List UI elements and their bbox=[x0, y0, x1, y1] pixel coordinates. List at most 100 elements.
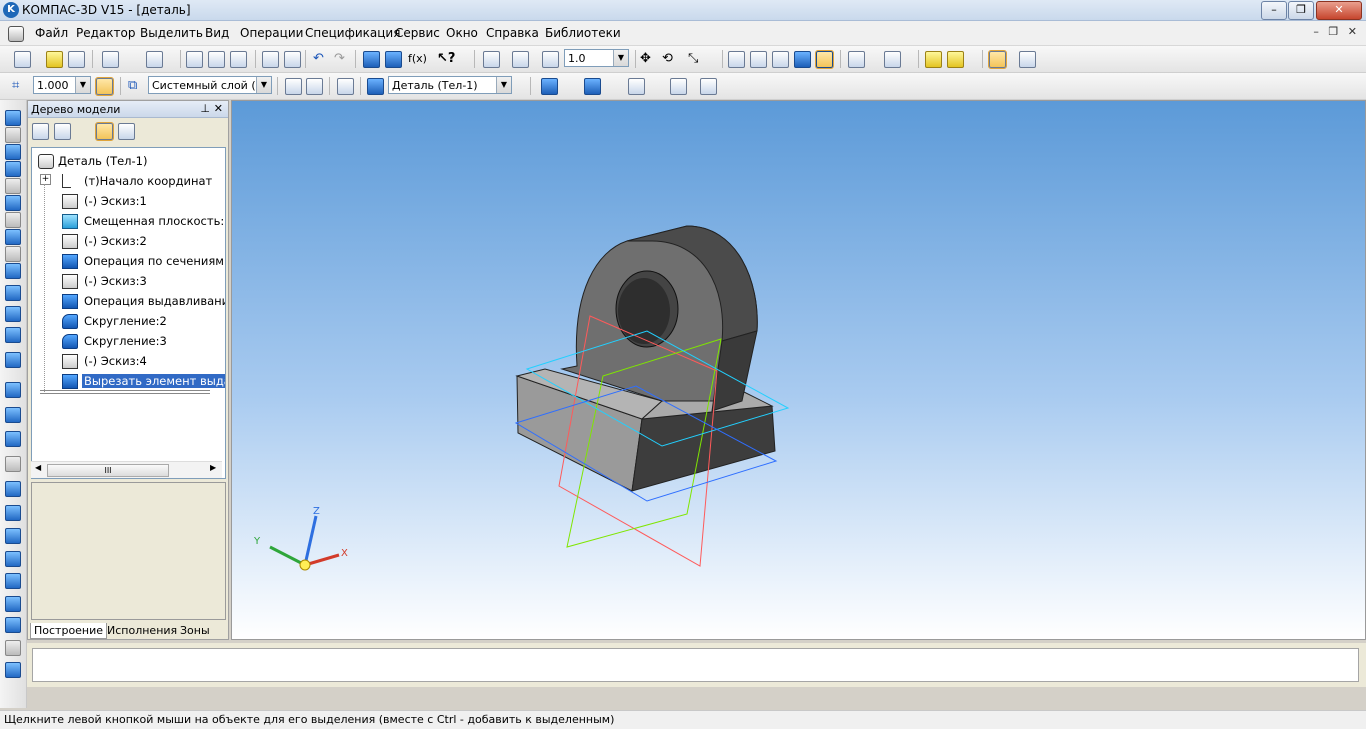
sketch-mode-icon[interactable] bbox=[337, 78, 354, 95]
model-icon[interactable] bbox=[947, 51, 964, 68]
orientation-icon[interactable]: ⤡ bbox=[688, 51, 698, 66]
dimensions-icon[interactable] bbox=[5, 246, 21, 262]
paste-icon[interactable] bbox=[230, 51, 247, 68]
measure-toolbar-icon[interactable] bbox=[5, 229, 21, 245]
new-file-icon[interactable] bbox=[14, 51, 31, 68]
format-painter-icon[interactable] bbox=[262, 51, 279, 68]
surfaces-icon[interactable] bbox=[5, 144, 21, 160]
sheet-metal-icon[interactable] bbox=[5, 263, 21, 279]
part-edit-icon[interactable] bbox=[5, 110, 21, 126]
chamfer-tool-icon[interactable] bbox=[5, 505, 21, 521]
menu-operations[interactable]: Операции bbox=[240, 26, 303, 40]
tree-expand-icon[interactable] bbox=[54, 123, 71, 140]
step-icon[interactable]: ⌗ bbox=[12, 78, 19, 93]
tree-horizontal-scrollbar[interactable]: ◀ III ▶ bbox=[31, 461, 222, 478]
close-button[interactable]: ✕ bbox=[1316, 1, 1362, 20]
chevron-down-icon[interactable]: ▼ bbox=[75, 77, 90, 93]
arrays-icon[interactable] bbox=[5, 161, 21, 177]
shaded-edges-icon[interactable] bbox=[815, 50, 834, 69]
copy-icon[interactable] bbox=[208, 51, 225, 68]
menu-view[interactable]: Вид bbox=[205, 26, 229, 40]
mdi-window-controls[interactable]: – ❐ ✕ bbox=[1313, 25, 1360, 38]
section-icon[interactable] bbox=[884, 51, 901, 68]
shaded-icon[interactable] bbox=[794, 51, 811, 68]
menu-file[interactable]: Файл bbox=[35, 26, 68, 40]
pin-icon[interactable]: ⊥ bbox=[200, 102, 210, 115]
cut-icon[interactable] bbox=[186, 51, 203, 68]
mirror-tool-icon[interactable] bbox=[5, 640, 21, 656]
variables-icon[interactable] bbox=[385, 51, 402, 68]
layer-icon[interactable]: ⧉ bbox=[128, 78, 137, 93]
orientation-cs-icon[interactable] bbox=[306, 78, 323, 95]
tools-icon[interactable] bbox=[1019, 51, 1036, 68]
library-manager-icon[interactable] bbox=[988, 50, 1007, 69]
document-icon[interactable] bbox=[8, 26, 24, 42]
menu-help[interactable]: Справка bbox=[486, 26, 539, 40]
rotate-tool-icon[interactable] bbox=[5, 306, 21, 322]
chevron-down-icon[interactable]: ▼ bbox=[256, 77, 271, 93]
command-input-box[interactable] bbox=[32, 648, 1359, 682]
sketch-toolbar-icon[interactable] bbox=[5, 212, 21, 228]
scroll-left-icon[interactable]: ◀ bbox=[35, 463, 41, 472]
auxiliary-geometry-icon[interactable] bbox=[5, 178, 21, 194]
function-icon[interactable]: f(x) bbox=[408, 51, 427, 66]
cut-extrude-tool-icon[interactable] bbox=[5, 382, 21, 398]
hidden-lines-icon[interactable] bbox=[750, 51, 767, 68]
material-icon[interactable] bbox=[584, 78, 601, 95]
kinematic-icon[interactable] bbox=[5, 327, 21, 343]
zoom-scale-icon[interactable] bbox=[542, 51, 559, 68]
measure-icon[interactable] bbox=[628, 78, 645, 95]
split-tool-icon[interactable] bbox=[5, 617, 21, 633]
tree-history-icon[interactable] bbox=[95, 122, 114, 141]
menu-libraries[interactable]: Библиотеки bbox=[545, 26, 621, 40]
zoom-combo[interactable]: 1.0 ▼ bbox=[564, 49, 629, 67]
maximize-button[interactable]: ❐ bbox=[1288, 1, 1314, 20]
array-tool-icon[interactable] bbox=[5, 662, 21, 678]
expand-icon[interactable]: + bbox=[40, 174, 51, 185]
print-icon[interactable] bbox=[102, 51, 119, 68]
scroll-thumb[interactable]: III bbox=[47, 464, 169, 477]
tree-structure-icon[interactable] bbox=[32, 123, 49, 140]
cube-icon[interactable] bbox=[925, 51, 942, 68]
zoom-all-icon[interactable] bbox=[512, 51, 529, 68]
layer-combo[interactable]: Системный слой (0) ▼ bbox=[148, 76, 272, 94]
shell-tool-icon[interactable] bbox=[5, 573, 21, 589]
menu-window[interactable]: Окно bbox=[446, 26, 478, 40]
undo-icon[interactable]: ↶ bbox=[313, 51, 324, 66]
scroll-right-icon[interactable]: ▶ bbox=[210, 463, 216, 472]
body-icon[interactable] bbox=[367, 78, 384, 95]
local-cs-icon[interactable] bbox=[285, 78, 302, 95]
redo-icon[interactable]: ↷ bbox=[334, 51, 345, 66]
hole-tool-icon[interactable] bbox=[5, 528, 21, 544]
model-scene[interactable]: Z Y X bbox=[232, 101, 1365, 639]
cut-loft-icon[interactable] bbox=[5, 456, 21, 472]
thin-lines-icon[interactable] bbox=[772, 51, 789, 68]
menu-select[interactable]: Выделить bbox=[140, 26, 203, 40]
cut-kinematic-icon[interactable] bbox=[5, 431, 21, 447]
color-icon[interactable] bbox=[541, 78, 558, 95]
3d-viewport[interactable]: Z Y X bbox=[231, 100, 1366, 640]
step-combo[interactable]: 1.000 ▼ bbox=[33, 76, 91, 94]
filter-icon[interactable] bbox=[848, 51, 865, 68]
text-size-icon[interactable] bbox=[700, 78, 717, 95]
mass-properties-icon[interactable] bbox=[670, 78, 687, 95]
menu-service[interactable]: Сервис bbox=[395, 26, 440, 40]
tab-configurations[interactable]: Исполнения bbox=[104, 623, 180, 638]
zoom-window-icon[interactable] bbox=[483, 51, 500, 68]
extrude-tool-icon[interactable] bbox=[5, 285, 21, 301]
rotate-icon[interactable]: ⟲ bbox=[662, 51, 673, 66]
body-combo[interactable]: Деталь (Тел-1) ▼ bbox=[388, 76, 512, 94]
filter-toolbar-icon[interactable] bbox=[5, 195, 21, 211]
wireframe-icon[interactable] bbox=[728, 51, 745, 68]
pan-icon[interactable]: ✥ bbox=[640, 51, 651, 66]
open-file-icon[interactable] bbox=[46, 51, 63, 68]
properties-icon[interactable] bbox=[284, 51, 301, 68]
tab-zones[interactable]: Зоны bbox=[177, 623, 213, 638]
menu-edit[interactable]: Редактор bbox=[76, 26, 135, 40]
tree-list-icon[interactable] bbox=[118, 123, 135, 140]
menu-specification[interactable]: Спецификация bbox=[305, 26, 400, 40]
snap-icon[interactable] bbox=[95, 77, 114, 96]
chevron-down-icon[interactable]: ▼ bbox=[496, 77, 511, 93]
save-icon[interactable] bbox=[68, 51, 85, 68]
loft-tool-icon[interactable] bbox=[5, 352, 21, 368]
